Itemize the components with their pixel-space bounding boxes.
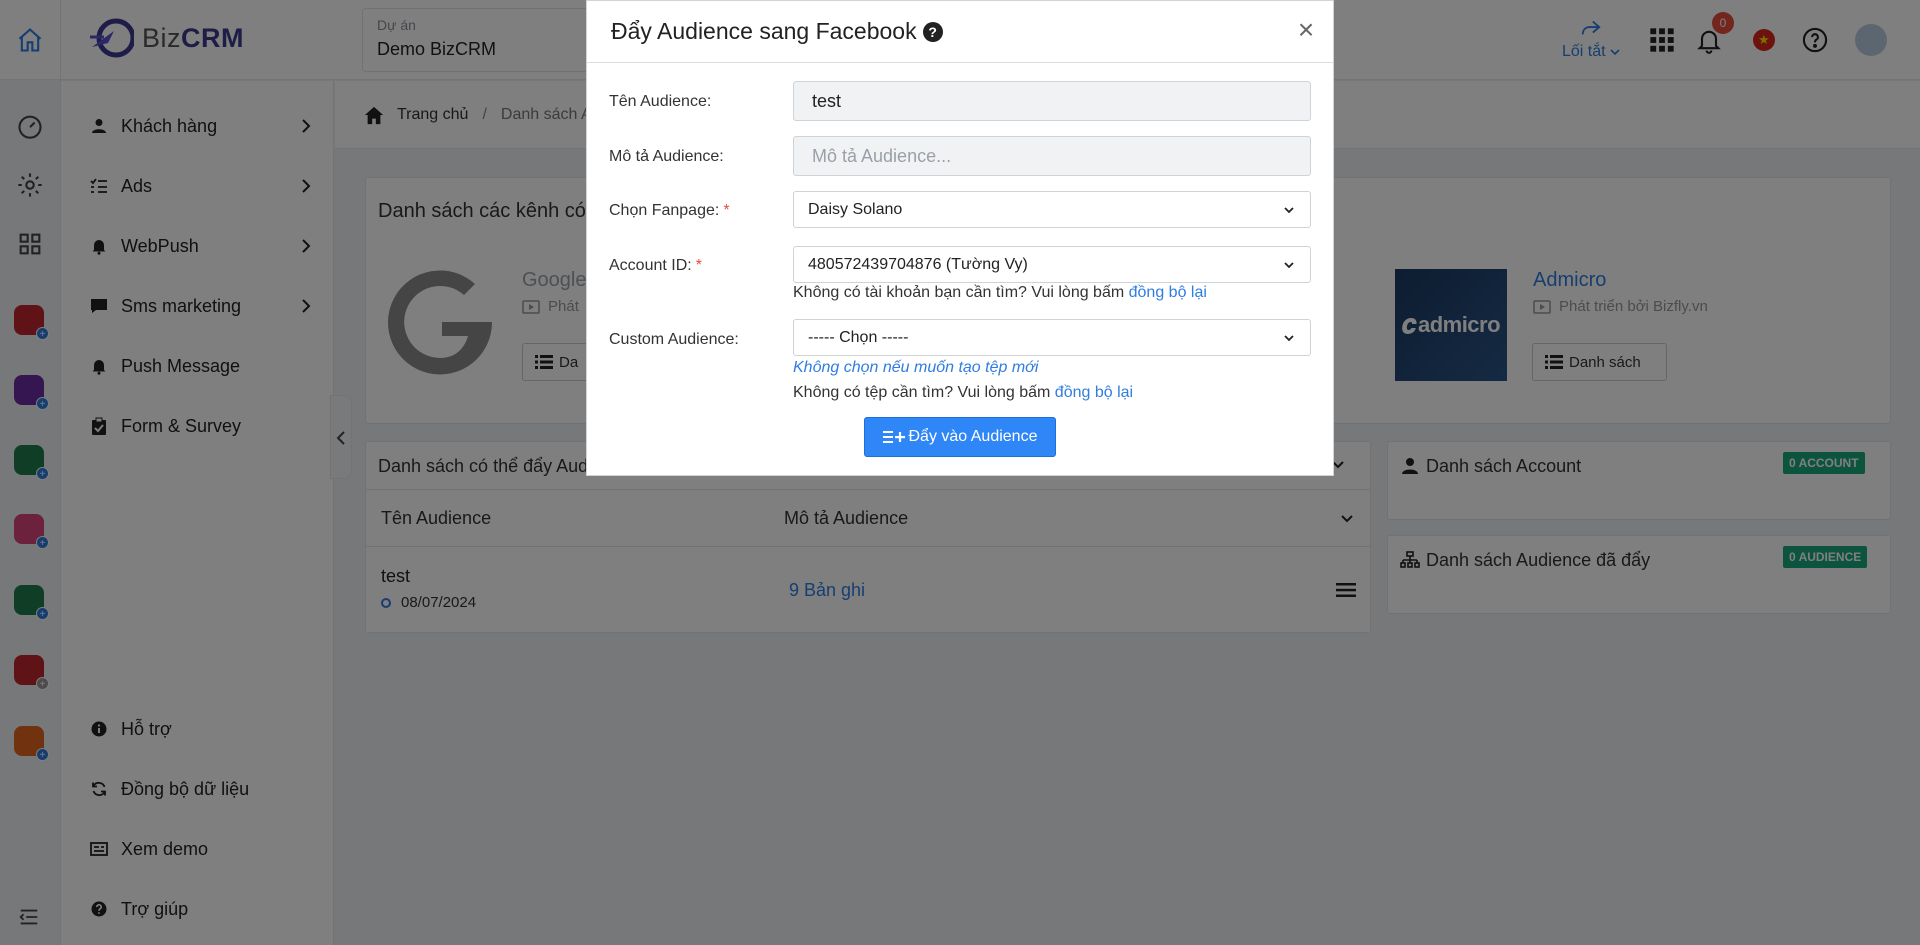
push-to-audience-button[interactable]: Đẩy vào Audience <box>864 417 1056 457</box>
account-help-message: Không có tài khoản bạn cần tìm? Vui lòng… <box>793 284 1129 301</box>
required-mark: * <box>695 257 702 274</box>
fanpage-label: Chọn Fanpage: * <box>609 202 730 220</box>
push-to-audience-label: Đẩy vào Audience <box>908 428 1038 445</box>
account-id-select-value: 480572439704876 (Tường Vy) <box>808 255 1028 273</box>
account-help-text: Không có tài khoản bạn cần tìm? Vui lòng… <box>793 284 1207 302</box>
audience-description-label: Mô tả Audience: <box>609 148 724 165</box>
audience-description-input[interactable]: Mô tả Audience... <box>793 136 1311 176</box>
custom-audience-hint: Không chọn nếu muốn tạo tệp mới <box>793 359 1039 376</box>
close-icon[interactable]: × <box>1291 15 1321 45</box>
modal-title-text: Đẩy Audience sang Facebook <box>611 18 917 44</box>
fanpage-label-text: Chọn Fanpage: <box>609 202 720 219</box>
fanpage-select-value: Daisy Solano <box>808 200 903 218</box>
list-add-icon <box>882 431 905 443</box>
custom-sync-link[interactable]: đồng bộ lại <box>1055 384 1133 401</box>
modal-header: Đẩy Audience sang Facebook ? × <box>587 1 1333 63</box>
custom-audience-label: Custom Audience: <box>609 331 739 348</box>
custom-help-message: Không có tệp cần tìm? Vui lòng bấm <box>793 384 1055 401</box>
question-circle-icon[interactable]: ? <box>922 21 943 42</box>
custom-audience-select[interactable]: ----- Chọn ----- <box>793 319 1311 356</box>
chevron-down-icon <box>1284 207 1294 214</box>
account-id-label: Account ID: * <box>609 257 702 275</box>
push-audience-modal: Đẩy Audience sang Facebook ? × Tên Audie… <box>586 0 1334 476</box>
modal-title: Đẩy Audience sang Facebook ? <box>611 18 943 45</box>
required-mark: * <box>723 202 730 219</box>
audience-name-input[interactable]: test <box>793 81 1311 121</box>
chevron-down-icon <box>1284 262 1294 269</box>
custom-audience-select-value: ----- Chọn ----- <box>808 328 909 346</box>
fanpage-select[interactable]: Daisy Solano <box>793 191 1311 228</box>
custom-audience-help-text: Không có tệp cần tìm? Vui lòng bấm đồng … <box>793 384 1133 402</box>
audience-name-label: Tên Audience: <box>609 93 712 110</box>
chevron-down-icon <box>1284 335 1294 342</box>
account-sync-link[interactable]: đồng bộ lại <box>1129 284 1207 301</box>
account-id-label-text: Account ID: <box>609 257 692 274</box>
account-id-select[interactable]: 480572439704876 (Tường Vy) <box>793 246 1311 283</box>
